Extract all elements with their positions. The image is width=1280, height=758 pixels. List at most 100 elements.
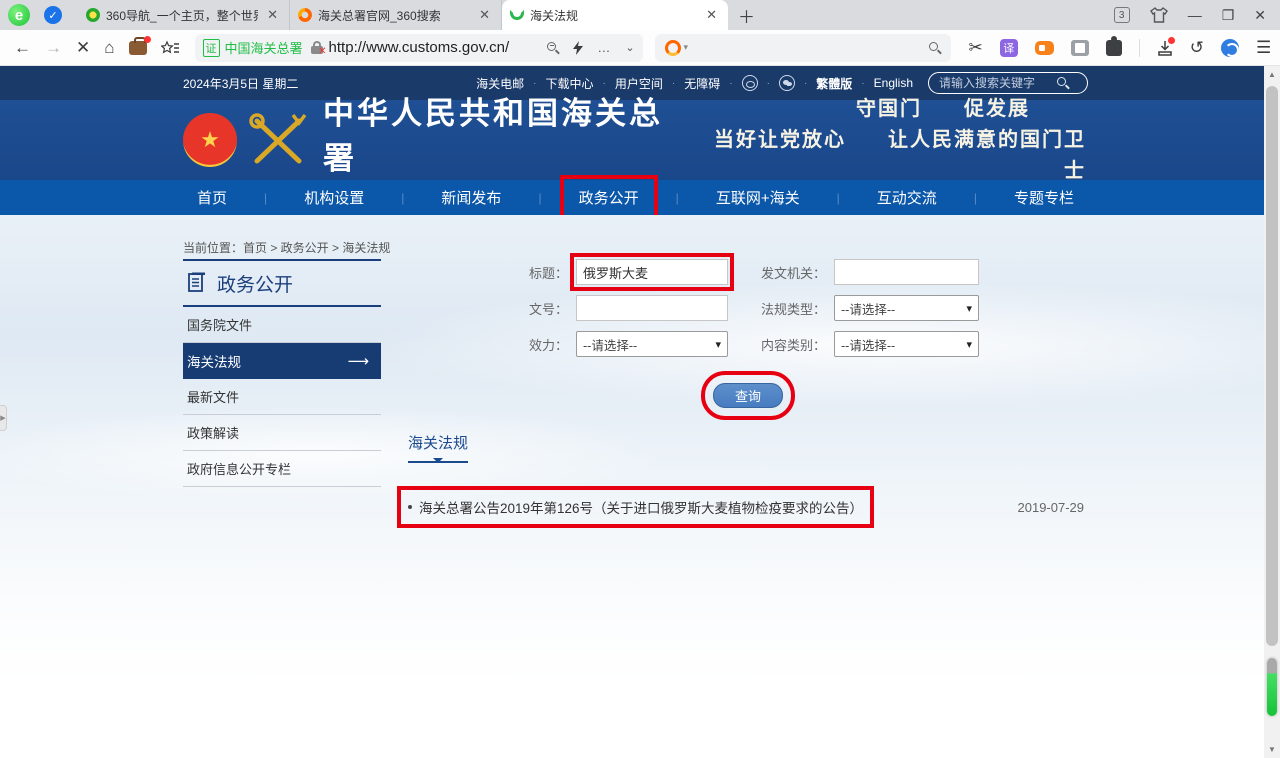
cloud-drive-icon[interactable] — [1221, 39, 1239, 57]
download-icon[interactable] — [1157, 40, 1173, 56]
weibo-icon[interactable] — [742, 75, 758, 91]
site-search-box[interactable] — [928, 72, 1088, 94]
link-traditional-chinese[interactable]: 繁體版 — [816, 75, 852, 92]
current-date: 2024年3月5日 星期二 — [183, 75, 298, 92]
scissors-screenshot-icon[interactable]: ✂ — [969, 38, 983, 58]
content-category-select[interactable]: --请选择-- ▾ — [834, 331, 979, 357]
notification-dot — [144, 36, 151, 43]
form-row-3: 效力： --请选择-- ▾ 内容类别： --请选择-- ▾ — [408, 331, 1088, 357]
dot-separator: · — [804, 78, 807, 89]
tab2-close-icon[interactable]: ✕ — [476, 7, 493, 23]
nav-news[interactable]: 新闻发布 — [427, 180, 515, 215]
sidebar-heading-label: 政务公开 — [217, 270, 293, 297]
sidebar-item-label: 国务院文件 — [187, 315, 252, 334]
page-scrollbar[interactable]: ▲ ▼ — [1264, 66, 1280, 758]
scroll-elevator-handle[interactable] — [1267, 658, 1277, 716]
tab-360-search[interactable]: 海关总署官网_360搜索 ✕ — [290, 0, 502, 30]
tab3-title: 海关法规 — [530, 7, 697, 24]
tab-count-badge[interactable]: 3 — [1114, 7, 1130, 23]
favorites-star-icon[interactable] — [161, 40, 179, 56]
security-check-icon[interactable]: ✓ — [44, 6, 62, 24]
addressbar-dropdown-icon[interactable]: ⌄ — [625, 41, 634, 54]
nav-home[interactable]: 首页 — [183, 180, 241, 215]
side-panel-expand-handle[interactable]: ▶ — [0, 405, 7, 431]
nav-divider: | — [401, 191, 404, 205]
menu-hamburger-icon[interactable]: ☰ — [1256, 38, 1271, 58]
game-center-icon[interactable] — [1035, 41, 1054, 55]
briefcase-icon[interactable] — [129, 41, 147, 55]
sidebar-item-latest-docs[interactable]: 最新文件 — [183, 379, 381, 415]
browser-search-box[interactable]: ▾ — [655, 34, 951, 62]
extensions-puzzle-icon[interactable] — [1106, 40, 1122, 56]
site-cert-badge[interactable]: 证 — [203, 39, 220, 57]
query-button[interactable]: 查询 — [713, 383, 783, 408]
site-verified-name[interactable]: 中国海关总署 — [225, 38, 303, 57]
site-search-input[interactable] — [939, 76, 1057, 90]
stop-button-icon[interactable]: ✕ — [76, 38, 90, 58]
webpage-viewport: 2024年3月5日 星期二 海关电邮· 下载中心· 用户空间· 无障碍· · ·… — [0, 66, 1264, 758]
nav-organization[interactable]: 机构设置 — [290, 180, 378, 215]
title-input[interactable] — [576, 259, 728, 285]
nav-divider: | — [837, 191, 840, 205]
sidebar-item-policy-interpretation[interactable]: 政策解读 — [183, 415, 381, 451]
new-tab-button[interactable]: ＋ — [738, 3, 755, 28]
search-engine-dropdown-icon[interactable]: ▾ — [684, 42, 689, 53]
search-magnifier-icon[interactable] — [929, 42, 941, 54]
tab1-close-icon[interactable]: ✕ — [264, 7, 281, 23]
result-link[interactable]: 海关总署公告2019年第126号（关于进口俄罗斯大麦植物检疫要求的公告） — [408, 497, 863, 517]
label-title: 标题： — [408, 263, 576, 282]
result-title: 海关总署公告2019年第126号（关于进口俄罗斯大麦植物检疫要求的公告） — [419, 497, 863, 517]
minimize-button[interactable]: — — [1188, 7, 1202, 23]
scrollbar-up-icon[interactable]: ▲ — [1264, 70, 1280, 79]
lightning-icon[interactable] — [573, 41, 583, 55]
wechat-icon[interactable] — [779, 75, 795, 91]
nav-special-topics[interactable]: 专题专栏 — [1000, 180, 1088, 215]
sidebar-item-label: 海关法规 — [187, 351, 241, 371]
url-text[interactable]: http://www.customs.gov.cn/ — [329, 39, 510, 56]
translate-icon[interactable]: 译 — [1000, 39, 1018, 57]
label-content-category: 内容类别： — [746, 335, 834, 354]
more-tools-icon[interactable]: … — [597, 40, 611, 55]
sidebar-item-state-council-docs[interactable]: 国务院文件 — [183, 307, 381, 343]
tab3-close-icon[interactable]: ✕ — [703, 7, 720, 23]
reading-mode-icon[interactable] — [1071, 40, 1089, 56]
link-english[interactable]: English — [874, 76, 913, 90]
sidebar: 政务公开 国务院文件 海关法规 ⟶ 最新文件 政策解读 政府信息公开专栏 — [183, 259, 381, 487]
customs-key-emblem-icon — [247, 111, 309, 169]
forward-button-icon[interactable]: → — [45, 38, 62, 58]
results-section: 海关法规 海关总署公告2019年第126号（关于进口俄罗斯大麦植物检疫要求的公告… — [408, 432, 1088, 517]
slogan-1b: 促发展 — [964, 98, 1030, 120]
browser-360-logo-icon[interactable]: e — [8, 4, 30, 26]
label-doc-number: 文号： — [408, 299, 576, 318]
scrollbar-thumb[interactable] — [1266, 86, 1278, 646]
site-title-cn: 中华人民共和国海关总署 — [323, 88, 695, 178]
doc-number-input[interactable] — [576, 295, 728, 321]
header-slogans: 守国门促发展 当好让党放心让人民满意的国门卫士 — [695, 94, 1086, 187]
issuing-agency-input[interactable] — [834, 259, 979, 285]
address-bar[interactable]: 证 中国海关总署 ✕ http://www.customs.gov.cn/ … … — [195, 34, 643, 62]
360-search-logo-icon — [665, 40, 681, 56]
restore-button[interactable]: ❐ — [1222, 7, 1235, 24]
site-search-magnifier-icon[interactable] — [1057, 77, 1069, 89]
sidebar-item-gov-info-disclosure[interactable]: 政府信息公开专栏 — [183, 451, 381, 487]
home-button-icon[interactable]: ⌂ — [104, 38, 114, 58]
close-window-button[interactable]: ✕ — [1254, 7, 1266, 24]
skin-tshirt-icon[interactable] — [1150, 7, 1168, 23]
toolbar-extensions: ✂ 译 ↺ ☰ — [969, 38, 1272, 58]
zoom-out-icon[interactable] — [547, 42, 559, 54]
site-header: ★ 中华人民共和国海关总署 General Administration of … — [0, 100, 1264, 180]
nav-internet-customs[interactable]: 互联网+海关 — [702, 180, 814, 215]
tab-customs-laws-active[interactable]: 海关法规 ✕ — [502, 0, 728, 30]
scrollbar-down-icon[interactable]: ▼ — [1264, 745, 1280, 754]
chevron-down-icon: ▾ — [966, 338, 972, 351]
nav-interaction[interactable]: 互动交流 — [863, 180, 951, 215]
sidebar-item-customs-laws[interactable]: 海关法规 ⟶ — [183, 343, 381, 379]
tab-360-nav[interactable]: 360导航_一个主页，整个世界 ✕ — [78, 0, 290, 30]
validity-select[interactable]: --请选择-- ▾ — [576, 331, 728, 357]
sidebar-heading: 政务公开 — [183, 259, 381, 307]
back-button-icon[interactable]: ← — [14, 38, 31, 58]
sidebar-item-label: 最新文件 — [187, 387, 239, 406]
law-type-select[interactable]: --请选择-- ▾ — [834, 295, 979, 321]
undo-restore-icon[interactable]: ↺ — [1190, 38, 1204, 58]
nav-government-affairs[interactable]: 政务公开 — [565, 180, 653, 215]
